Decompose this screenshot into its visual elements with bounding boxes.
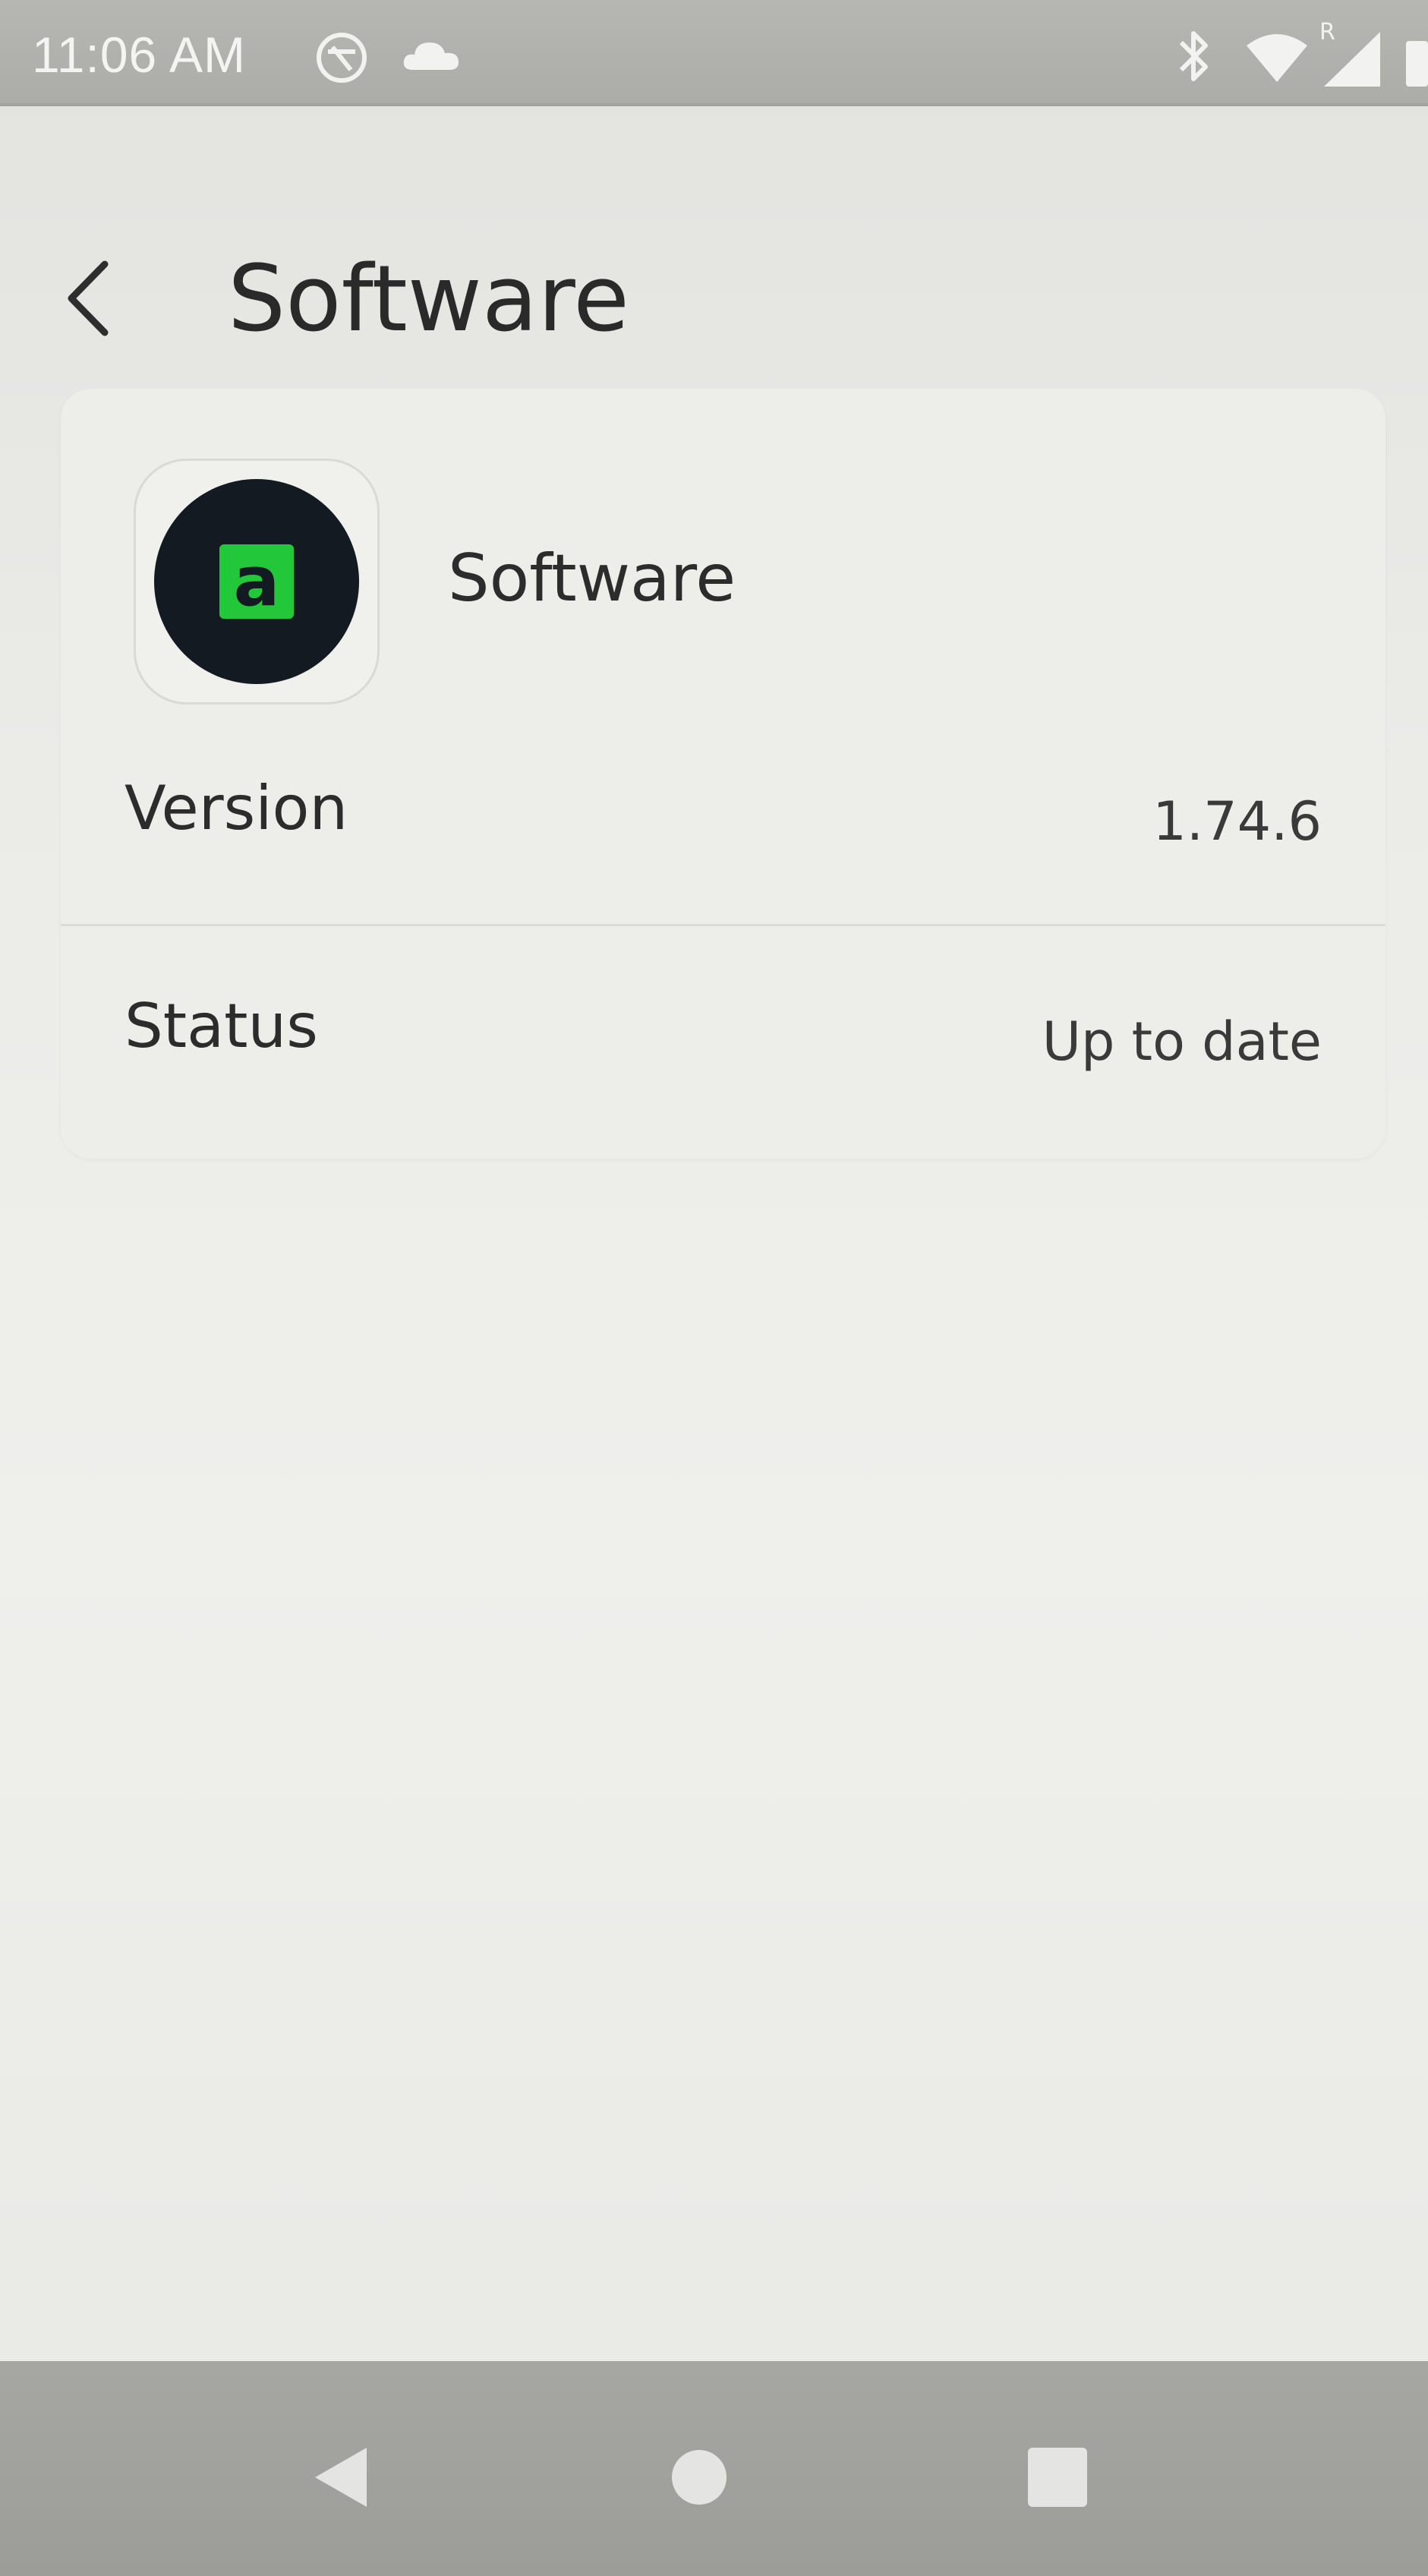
version-label: Version (125, 773, 348, 843)
roaming-label: R (1319, 19, 1335, 46)
status-bar: 11:06 AM R (0, 0, 1428, 106)
navigation-bar (0, 2361, 1428, 2576)
app-icon-frame: a (134, 459, 380, 705)
nav-home-button[interactable] (657, 2437, 741, 2521)
cloud-icon (401, 36, 462, 77)
app-logo-letter: a (234, 542, 280, 622)
software-info-card: a Software Version 1.74.6 Status Up to d… (61, 389, 1385, 1159)
nav-recents-icon (1026, 2446, 1089, 2511)
wifi-icon (1245, 32, 1309, 88)
version-value: 1.74.6 (1152, 790, 1322, 853)
vpn-shield-icon (311, 27, 372, 91)
back-button[interactable] (46, 251, 129, 349)
signal-roaming-icon: R (1316, 17, 1385, 93)
nav-back-icon (307, 2443, 376, 2515)
bluetooth-icon (1175, 26, 1213, 90)
battery-icon (1404, 35, 1428, 91)
app-name: Software (448, 541, 736, 616)
nav-home-icon (669, 2447, 730, 2511)
app-logo-icon: a (154, 479, 359, 684)
row-divider (61, 924, 1385, 926)
nav-recents-button[interactable] (1016, 2437, 1099, 2521)
page-title: Software (228, 247, 629, 352)
status-value: Up to date (1042, 1011, 1322, 1073)
chevron-left-icon (61, 257, 114, 343)
nav-back-button[interactable] (300, 2437, 383, 2521)
status-clock: 11:06 AM (32, 27, 246, 83)
device-screen: 11:06 AM R Software a Software Version 1… (0, 0, 1428, 2576)
status-label: Status (125, 991, 318, 1061)
